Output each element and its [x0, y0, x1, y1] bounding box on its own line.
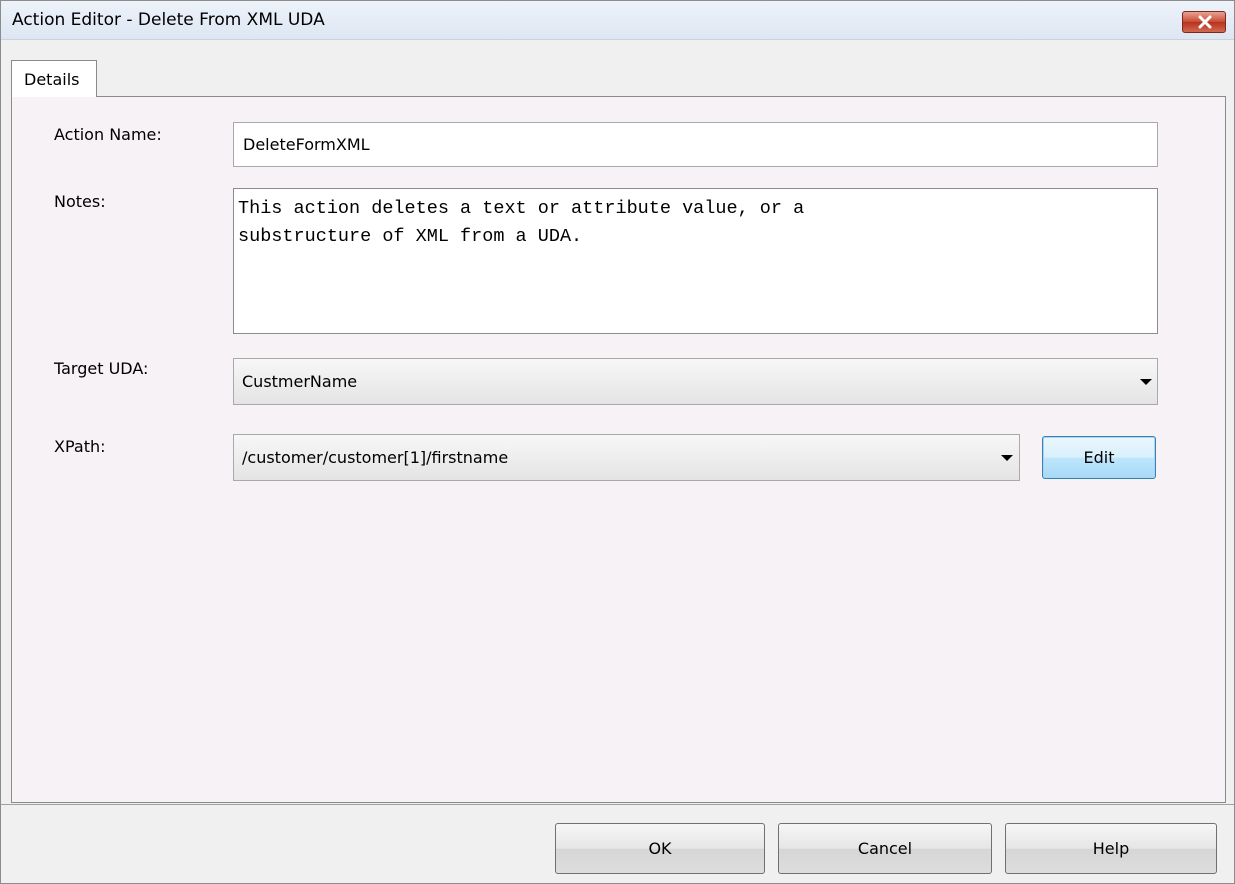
notes-line-2: substructure of XML from a UDA.	[238, 226, 583, 247]
target-uda-select[interactable]: CustmerName	[233, 358, 1158, 405]
ok-button[interactable]: OK	[555, 823, 765, 874]
action-name-label: Action Name:	[54, 125, 162, 144]
cancel-button[interactable]: Cancel	[778, 823, 992, 874]
chevron-down-icon	[1001, 455, 1013, 461]
tab-details-label: Details	[24, 70, 80, 89]
xpath-label: XPath:	[54, 437, 106, 456]
action-editor-window: Action Editor - Delete From XML UDA Deta…	[0, 0, 1235, 884]
details-panel: Action Name: DeleteFormXML Notes: This a…	[11, 96, 1226, 803]
close-button[interactable]	[1182, 11, 1226, 33]
help-button[interactable]: Help	[1005, 823, 1217, 874]
edit-xpath-label: Edit	[1083, 448, 1115, 467]
help-label: Help	[1092, 839, 1130, 858]
cancel-label: Cancel	[857, 839, 913, 858]
window-title: Action Editor - Delete From XML UDA	[12, 10, 325, 30]
notes-textarea[interactable]: This action deletes a text or attribute …	[233, 188, 1158, 334]
target-uda-label: Target UDA:	[54, 359, 149, 378]
ok-label: OK	[648, 839, 672, 858]
notes-label: Notes:	[54, 192, 106, 211]
notes-line-1: This action deletes a text or attribute …	[238, 198, 805, 219]
xpath-select[interactable]: /customer/customer[1]/firstname	[233, 434, 1020, 481]
edit-xpath-button[interactable]: Edit	[1042, 436, 1156, 479]
title-bar[interactable]: Action Editor - Delete From XML UDA	[1, 1, 1234, 40]
xpath-value: /customer/customer[1]/firstname	[242, 448, 509, 467]
action-name-value: DeleteFormXML	[243, 135, 370, 154]
chevron-down-icon	[1140, 379, 1152, 385]
footer-divider	[1, 804, 1234, 805]
tab-details[interactable]: Details	[11, 60, 97, 97]
target-uda-value: CustmerName	[242, 372, 358, 391]
action-name-input[interactable]: DeleteFormXML	[233, 122, 1158, 167]
close-icon	[1198, 15, 1212, 29]
